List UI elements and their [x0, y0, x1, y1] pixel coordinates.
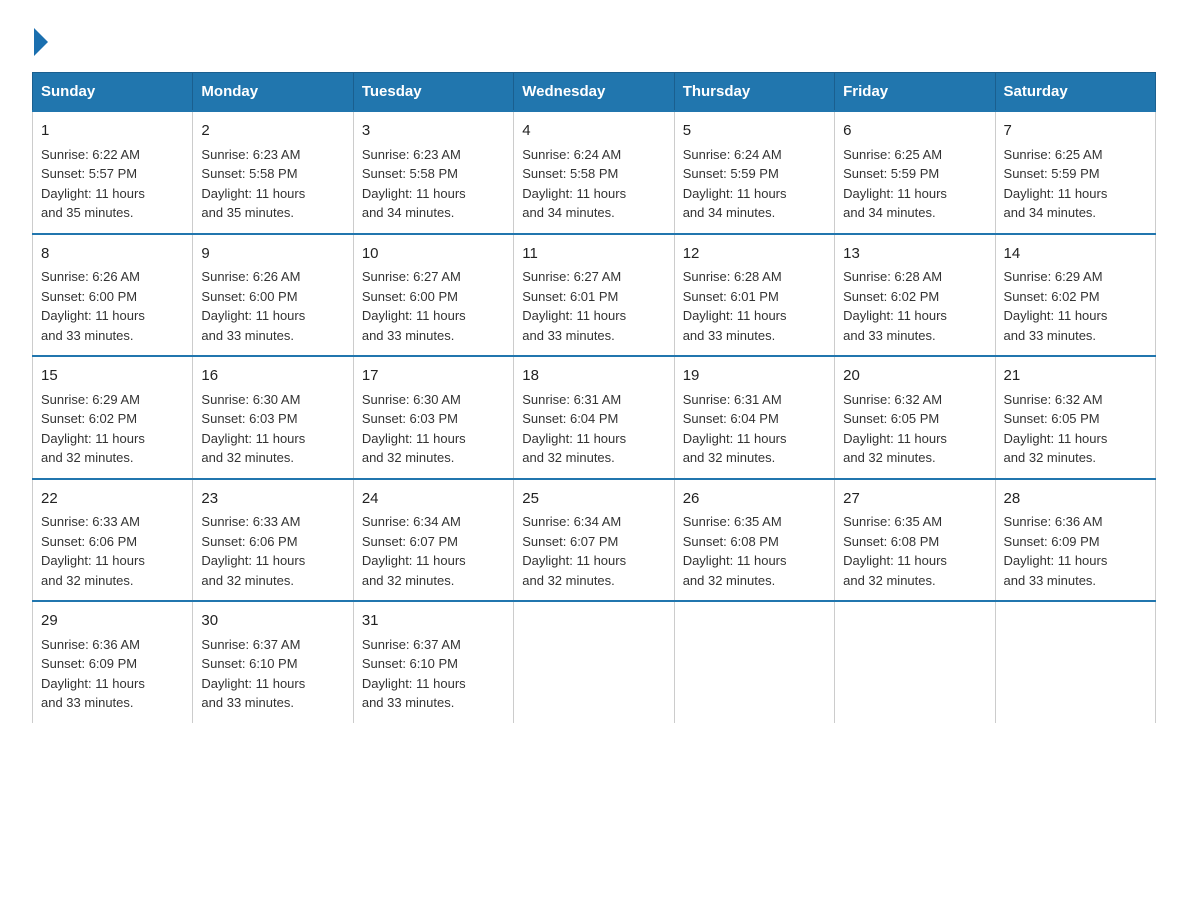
- column-header-friday: Friday: [835, 73, 995, 112]
- day-number: 9: [201, 243, 344, 266]
- calendar-cell: 8Sunrise: 6:26 AMSunset: 6:00 PMDaylight…: [33, 234, 193, 357]
- calendar-cell: [835, 601, 995, 723]
- calendar-cell: 25Sunrise: 6:34 AMSunset: 6:07 PMDayligh…: [514, 479, 674, 602]
- calendar-cell: 13Sunrise: 6:28 AMSunset: 6:02 PMDayligh…: [835, 234, 995, 357]
- day-number: 17: [362, 365, 505, 388]
- calendar-cell: 17Sunrise: 6:30 AMSunset: 6:03 PMDayligh…: [353, 356, 513, 479]
- calendar-cell: 12Sunrise: 6:28 AMSunset: 6:01 PMDayligh…: [674, 234, 834, 357]
- calendar-cell: 7Sunrise: 6:25 AMSunset: 5:59 PMDaylight…: [995, 111, 1155, 234]
- day-number: 31: [362, 610, 505, 633]
- calendar-cell: 2Sunrise: 6:23 AMSunset: 5:58 PMDaylight…: [193, 111, 353, 234]
- calendar-cell: 29Sunrise: 6:36 AMSunset: 6:09 PMDayligh…: [33, 601, 193, 723]
- calendar-week-row: 15Sunrise: 6:29 AMSunset: 6:02 PMDayligh…: [33, 356, 1156, 479]
- column-header-saturday: Saturday: [995, 73, 1155, 112]
- calendar-header-row: SundayMondayTuesdayWednesdayThursdayFrid…: [33, 73, 1156, 112]
- day-number: 6: [843, 120, 986, 143]
- day-number: 15: [41, 365, 184, 388]
- day-number: 21: [1004, 365, 1147, 388]
- calendar-cell: 19Sunrise: 6:31 AMSunset: 6:04 PMDayligh…: [674, 356, 834, 479]
- day-number: 22: [41, 488, 184, 511]
- day-number: 2: [201, 120, 344, 143]
- day-number: 10: [362, 243, 505, 266]
- calendar-cell: [995, 601, 1155, 723]
- day-number: 3: [362, 120, 505, 143]
- calendar-cell: 10Sunrise: 6:27 AMSunset: 6:00 PMDayligh…: [353, 234, 513, 357]
- calendar-cell: 31Sunrise: 6:37 AMSunset: 6:10 PMDayligh…: [353, 601, 513, 723]
- calendar-cell: 23Sunrise: 6:33 AMSunset: 6:06 PMDayligh…: [193, 479, 353, 602]
- day-number: 12: [683, 243, 826, 266]
- calendar-cell: 18Sunrise: 6:31 AMSunset: 6:04 PMDayligh…: [514, 356, 674, 479]
- column-header-thursday: Thursday: [674, 73, 834, 112]
- calendar-week-row: 22Sunrise: 6:33 AMSunset: 6:06 PMDayligh…: [33, 479, 1156, 602]
- day-number: 24: [362, 488, 505, 511]
- logo: [32, 24, 48, 52]
- calendar-cell: 15Sunrise: 6:29 AMSunset: 6:02 PMDayligh…: [33, 356, 193, 479]
- column-header-wednesday: Wednesday: [514, 73, 674, 112]
- day-number: 26: [683, 488, 826, 511]
- day-number: 30: [201, 610, 344, 633]
- calendar-week-row: 8Sunrise: 6:26 AMSunset: 6:00 PMDaylight…: [33, 234, 1156, 357]
- day-number: 19: [683, 365, 826, 388]
- calendar-cell: 16Sunrise: 6:30 AMSunset: 6:03 PMDayligh…: [193, 356, 353, 479]
- calendar-table: SundayMondayTuesdayWednesdayThursdayFrid…: [32, 72, 1156, 723]
- calendar-cell: 14Sunrise: 6:29 AMSunset: 6:02 PMDayligh…: [995, 234, 1155, 357]
- day-number: 14: [1004, 243, 1147, 266]
- calendar-cell: 21Sunrise: 6:32 AMSunset: 6:05 PMDayligh…: [995, 356, 1155, 479]
- calendar-cell: 20Sunrise: 6:32 AMSunset: 6:05 PMDayligh…: [835, 356, 995, 479]
- column-header-sunday: Sunday: [33, 73, 193, 112]
- day-number: 5: [683, 120, 826, 143]
- calendar-cell: 30Sunrise: 6:37 AMSunset: 6:10 PMDayligh…: [193, 601, 353, 723]
- calendar-cell: 28Sunrise: 6:36 AMSunset: 6:09 PMDayligh…: [995, 479, 1155, 602]
- calendar-cell: 1Sunrise: 6:22 AMSunset: 5:57 PMDaylight…: [33, 111, 193, 234]
- calendar-cell: 11Sunrise: 6:27 AMSunset: 6:01 PMDayligh…: [514, 234, 674, 357]
- calendar-week-row: 29Sunrise: 6:36 AMSunset: 6:09 PMDayligh…: [33, 601, 1156, 723]
- column-header-monday: Monday: [193, 73, 353, 112]
- day-number: 18: [522, 365, 665, 388]
- calendar-cell: 3Sunrise: 6:23 AMSunset: 5:58 PMDaylight…: [353, 111, 513, 234]
- calendar-cell: 6Sunrise: 6:25 AMSunset: 5:59 PMDaylight…: [835, 111, 995, 234]
- day-number: 4: [522, 120, 665, 143]
- calendar-cell: 26Sunrise: 6:35 AMSunset: 6:08 PMDayligh…: [674, 479, 834, 602]
- day-number: 29: [41, 610, 184, 633]
- page-header: [32, 24, 1156, 52]
- day-number: 27: [843, 488, 986, 511]
- day-number: 11: [522, 243, 665, 266]
- calendar-cell: [514, 601, 674, 723]
- calendar-cell: [674, 601, 834, 723]
- day-number: 28: [1004, 488, 1147, 511]
- calendar-cell: 24Sunrise: 6:34 AMSunset: 6:07 PMDayligh…: [353, 479, 513, 602]
- day-number: 25: [522, 488, 665, 511]
- calendar-cell: 4Sunrise: 6:24 AMSunset: 5:58 PMDaylight…: [514, 111, 674, 234]
- day-number: 23: [201, 488, 344, 511]
- day-number: 16: [201, 365, 344, 388]
- day-number: 20: [843, 365, 986, 388]
- calendar-cell: 5Sunrise: 6:24 AMSunset: 5:59 PMDaylight…: [674, 111, 834, 234]
- column-header-tuesday: Tuesday: [353, 73, 513, 112]
- day-number: 1: [41, 120, 184, 143]
- calendar-cell: 27Sunrise: 6:35 AMSunset: 6:08 PMDayligh…: [835, 479, 995, 602]
- calendar-week-row: 1Sunrise: 6:22 AMSunset: 5:57 PMDaylight…: [33, 111, 1156, 234]
- logo-arrow-icon: [34, 28, 48, 56]
- day-number: 13: [843, 243, 986, 266]
- calendar-cell: 22Sunrise: 6:33 AMSunset: 6:06 PMDayligh…: [33, 479, 193, 602]
- day-number: 7: [1004, 120, 1147, 143]
- calendar-cell: 9Sunrise: 6:26 AMSunset: 6:00 PMDaylight…: [193, 234, 353, 357]
- day-number: 8: [41, 243, 184, 266]
